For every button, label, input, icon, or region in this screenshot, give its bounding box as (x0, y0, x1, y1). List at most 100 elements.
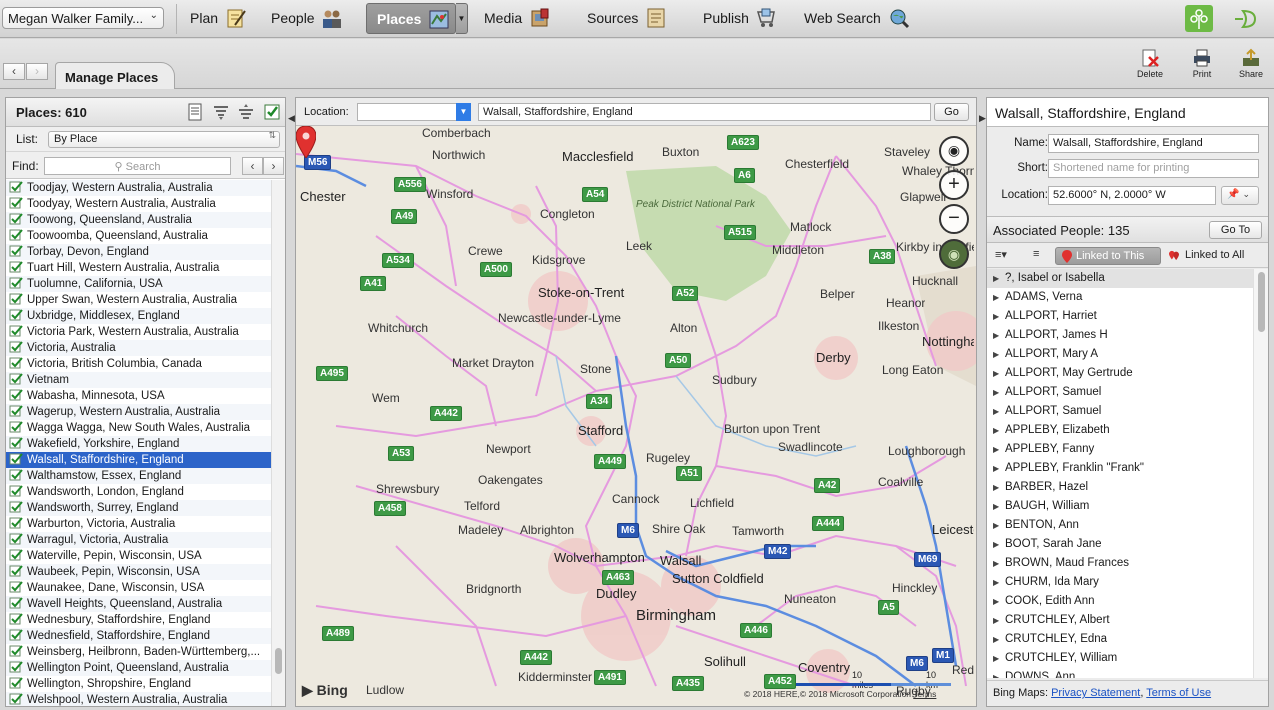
place-list-item[interactable]: Wagga Wagga, New South Wales, Australia (6, 420, 272, 436)
disclosure-triangle-icon[interactable]: ▶ (993, 611, 1005, 630)
disclosure-triangle-icon[interactable]: ▶ (993, 516, 1005, 535)
person-list-item[interactable]: ▶?, Isabel or Isabella (987, 269, 1253, 288)
privacy-statement-link[interactable]: Privacy Statement (1051, 687, 1140, 699)
place-list-item[interactable]: Wandsworth, Surrey, England (6, 500, 272, 516)
person-list-item[interactable]: ▶ APPLEBY, Fanny (987, 440, 1253, 459)
scrollbar-thumb[interactable] (275, 648, 282, 674)
place-list-item[interactable]: Toowoomba, Queensland, Australia (6, 228, 272, 244)
place-list-item[interactable]: Wellington, Shropshire, England (6, 676, 272, 692)
nav-plan-button[interactable]: Plan (190, 3, 247, 34)
disclosure-triangle-icon[interactable]: ▶ (993, 649, 1005, 668)
pin-menu-button[interactable]: 📌 ⌄ (1221, 186, 1259, 205)
map-style-button[interactable]: ◉ (939, 239, 969, 269)
family-file-selector[interactable]: Megan Walker Family... ⌄ (2, 7, 164, 29)
disclosure-triangle-icon[interactable]: ▶ (993, 402, 1005, 421)
place-list-item[interactable]: Uxbridge, Middlesex, England (6, 308, 272, 324)
person-list-item[interactable]: ▶ CHURM, Ida Mary (987, 573, 1253, 592)
scrollbar-thumb[interactable] (1258, 272, 1265, 332)
short-name-field[interactable]: Shortened name for printing (1048, 159, 1259, 178)
person-list-item[interactable]: ▶ CRUTCHLEY, William (987, 649, 1253, 668)
disclosure-triangle-icon[interactable]: ▶ (993, 668, 1005, 678)
location-history-dropdown[interactable]: ▼ (357, 103, 471, 121)
place-list-item[interactable]: Warburton, Victoria, Australia (6, 516, 272, 532)
find-search-input[interactable]: ⚲ Search (44, 157, 231, 175)
disclosure-triangle-icon[interactable]: ▶ (993, 440, 1005, 459)
place-list-item[interactable]: Walsall, Staffordshire, England (6, 452, 272, 468)
go-button[interactable]: Go (934, 103, 969, 121)
person-list-item[interactable]: ▶ BROWN, Maud Frances (987, 554, 1253, 573)
place-list-item[interactable]: Warragul, Victoria, Australia (6, 532, 272, 548)
nav-sources-button[interactable]: Sources (587, 3, 667, 34)
sync-leaf-button[interactable] (1231, 5, 1259, 32)
place-list-item[interactable]: Welshpool, Western Australia, Australia (6, 692, 272, 706)
zoom-in-button[interactable]: + (939, 170, 969, 200)
find-previous-button[interactable]: ‹ (242, 157, 263, 175)
place-list-item[interactable]: Upper Swan, Western Australia, Australia (6, 292, 272, 308)
zoom-out-button[interactable]: − (939, 204, 969, 234)
place-list-item[interactable]: Walthamstow, Essex, England (6, 468, 272, 484)
person-list-item[interactable]: ▶ BOOT, Sarah Jane (987, 535, 1253, 554)
person-list-item[interactable]: ▶ CRUTCHLEY, Albert (987, 611, 1253, 630)
linked-to-all-toggle[interactable]: Linked to All (1169, 249, 1244, 261)
person-list-item[interactable]: ▶ BENTON, Ann (987, 516, 1253, 535)
place-name-field[interactable]: Walsall, Staffordshire, England (1048, 134, 1259, 153)
right-splitter[interactable]: ▶ (978, 97, 986, 707)
sort-down-icon[interactable] (212, 103, 230, 121)
place-list-item[interactable]: Wandsworth, London, England (6, 484, 272, 500)
people-scrollbar[interactable] (1253, 269, 1268, 678)
disclosure-triangle-icon[interactable]: ▶ (993, 554, 1005, 573)
person-list-item[interactable]: ▶ COOK, Edith Ann (987, 592, 1253, 611)
nav-publish-button[interactable]: Publish (703, 3, 778, 34)
places-scrollbar[interactable] (271, 180, 285, 706)
report-icon[interactable] (186, 103, 204, 121)
disclosure-triangle-icon[interactable]: ▶ (993, 421, 1005, 440)
person-list-item[interactable]: ▶ ALLPORT, Samuel (987, 383, 1253, 402)
disclosure-triangle-icon[interactable]: ▶ (993, 383, 1005, 402)
place-list-item[interactable]: Wakefield, Yorkshire, England (6, 436, 272, 452)
nav-places-button[interactable]: Places (366, 3, 456, 34)
person-list-item[interactable]: ▶ ALLPORT, May Gertrude (987, 364, 1253, 383)
person-list-item[interactable]: ▶ BARBER, Hazel (987, 478, 1253, 497)
place-list-item[interactable]: Victoria Park, Western Australia, Austra… (6, 324, 272, 340)
coordinates-field[interactable]: 52.6000° N, 2.0000° W (1048, 186, 1216, 205)
place-list-item[interactable]: Toodjay, Western Australia, Australia (6, 180, 272, 196)
sort-menu-icon[interactable]: ≡▾ (995, 248, 1007, 261)
place-list-item[interactable]: Waterville, Pepin, Wisconsin, USA (6, 548, 272, 564)
locate-me-button[interactable]: ◉ (939, 136, 969, 166)
place-list-item[interactable]: Vietnam (6, 372, 272, 388)
place-list-item[interactable]: Weinsberg, Heilbronn, Baden-Württemberg,… (6, 644, 272, 660)
place-list-item[interactable]: Torbay, Devon, England (6, 244, 272, 260)
map-canvas[interactable]: Comberbach Northwich Macclesfield Buxton Che… (296, 126, 976, 706)
place-list-item[interactable]: Toowong, Queensland, Australia (6, 212, 272, 228)
place-list-item[interactable]: Wavell Heights, Queensland, Australia (6, 596, 272, 612)
list-mode-select[interactable]: By Place ⇅ (48, 130, 280, 148)
person-list-item[interactable]: ▶ ALLPORT, Harriet (987, 307, 1253, 326)
print-button[interactable]: Print (1184, 48, 1220, 79)
disclosure-triangle-icon[interactable]: ▶ (993, 288, 1005, 307)
left-splitter[interactable]: ◀ (287, 97, 295, 707)
location-search-input[interactable]: Walsall, Staffordshire, England (478, 103, 931, 121)
person-list-item[interactable]: ▶ CRUTCHLEY, Edna (987, 630, 1253, 649)
person-list-item[interactable]: ▶ ADAMS, Verna (987, 288, 1253, 307)
back-button[interactable]: ‹ (3, 63, 25, 80)
family-tree-button[interactable] (1185, 5, 1213, 32)
person-list-item[interactable]: ▶ ALLPORT, Mary A (987, 345, 1253, 364)
go-to-button[interactable]: Go To (1209, 221, 1262, 239)
sort-up-icon[interactable]: ≡ (1033, 248, 1039, 260)
share-button[interactable]: Share (1233, 48, 1269, 79)
person-list-item[interactable]: ▶ DOWNS, Ann (987, 668, 1253, 678)
place-list-item[interactable]: Victoria, British Columbia, Canada (6, 356, 272, 372)
person-list-item[interactable]: ▶ APPLEBY, Franklin "Frank" (987, 459, 1253, 478)
disclosure-triangle-icon[interactable]: ▶ (993, 497, 1005, 516)
map-terms-link[interactable]: Terms (913, 689, 936, 699)
location-pin-icon[interactable] (296, 126, 316, 158)
disclosure-triangle-icon[interactable]: ▶ (993, 592, 1005, 611)
nav-media-button[interactable]: Media (484, 3, 551, 34)
nav-web-search-button[interactable]: Web Search (804, 3, 910, 34)
place-list-item[interactable]: Waunakee, Dane, Wisconsin, USA (6, 580, 272, 596)
place-list-item[interactable]: Wellington Point, Queensland, Australia (6, 660, 272, 676)
person-list-item[interactable]: ▶ APPLEBY, Elizabeth (987, 421, 1253, 440)
disclosure-triangle-icon[interactable]: ▶ (993, 478, 1005, 497)
place-list-item[interactable]: Wednesbury, Staffordshire, England (6, 612, 272, 628)
disclosure-triangle-icon[interactable]: ▶ (993, 326, 1005, 345)
